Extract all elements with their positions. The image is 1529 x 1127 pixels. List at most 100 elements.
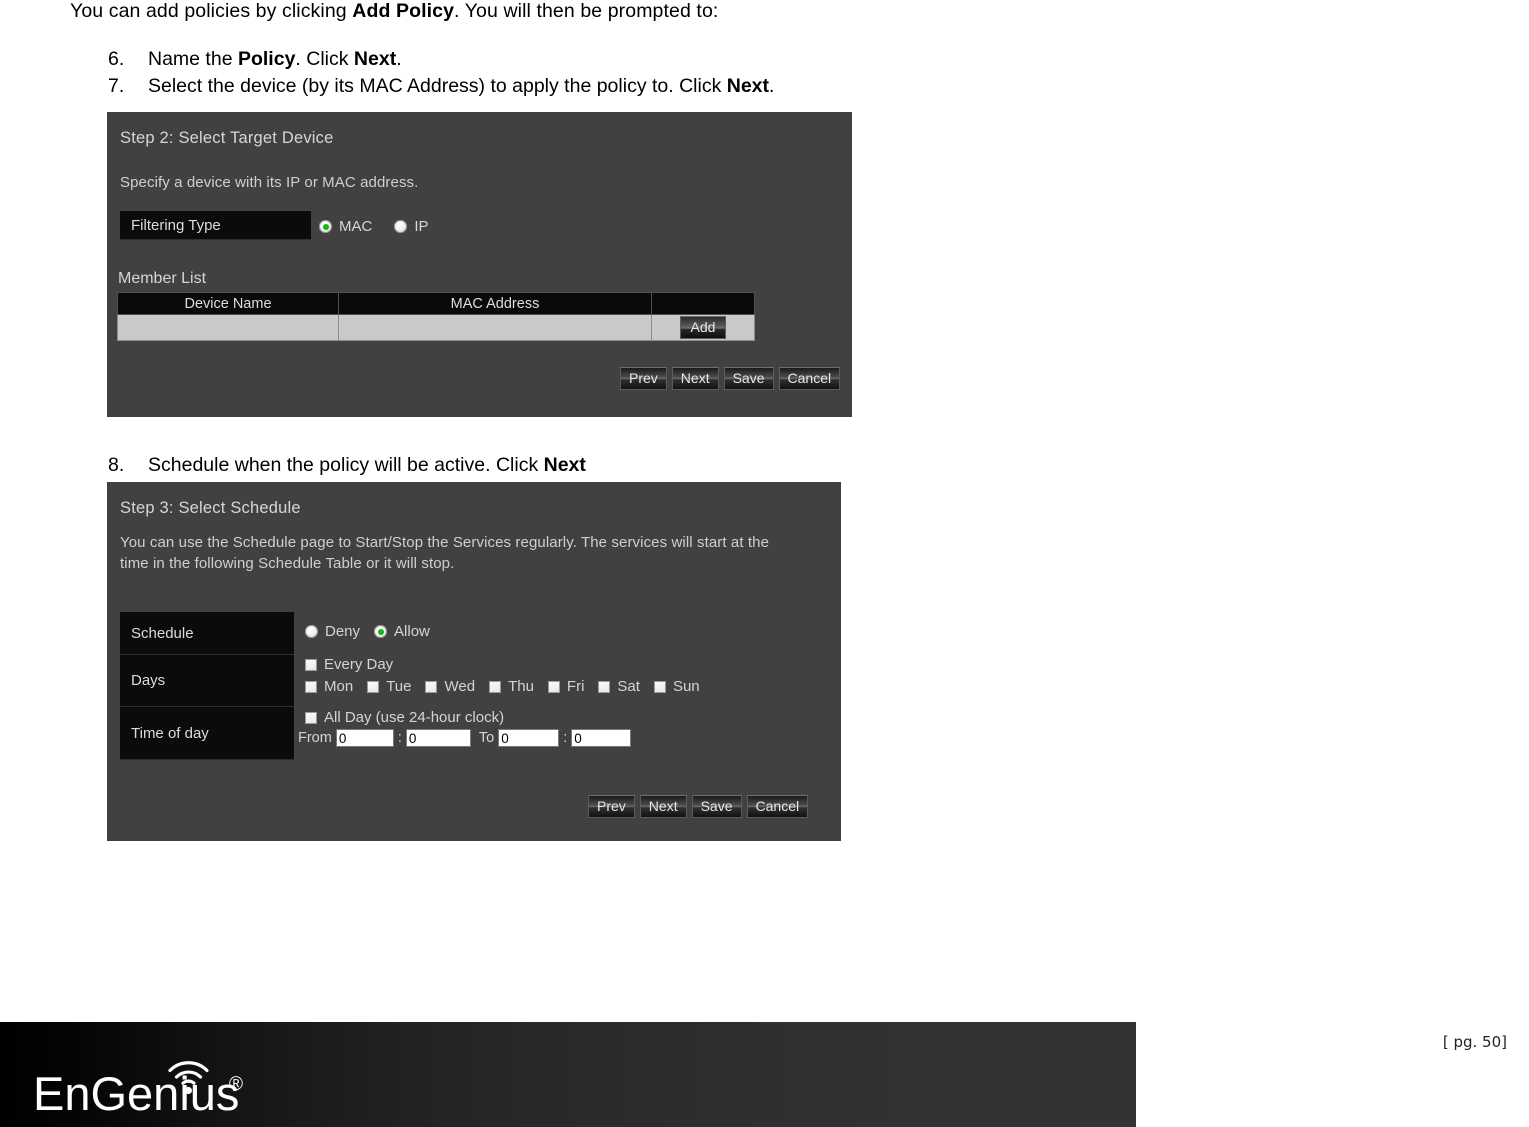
checkbox-icon[interactable] bbox=[653, 680, 666, 693]
cell-mac-address[interactable] bbox=[338, 314, 652, 341]
day-label[interactable]: Sat bbox=[617, 678, 640, 695]
prev-button[interactable]: Prev bbox=[620, 367, 667, 390]
checkbox-icon[interactable] bbox=[305, 680, 317, 693]
radio-deny-label[interactable]: Deny bbox=[325, 623, 360, 640]
checkbox-icon[interactable] bbox=[305, 711, 317, 724]
list-item-text: Schedule when the policy will be active.… bbox=[148, 452, 586, 479]
save-button[interactable]: Save bbox=[691, 795, 742, 818]
li-post: . bbox=[769, 75, 775, 97]
next-button[interactable]: Next bbox=[671, 367, 719, 390]
radio-mac-icon[interactable] bbox=[319, 220, 332, 233]
list-item-number: 6. bbox=[108, 48, 125, 70]
checkbox-sun[interactable]: Sun bbox=[653, 678, 700, 695]
checkbox-icon[interactable] bbox=[598, 680, 611, 693]
checkbox-icon[interactable] bbox=[547, 680, 560, 693]
day-label[interactable]: Fri bbox=[567, 678, 585, 695]
list-item-text: Select the device (by its MAC Address) t… bbox=[148, 73, 774, 100]
days-checkbox-row[interactable]: Mon Tue Wed Thu Fri Sat Sun bbox=[305, 678, 714, 695]
from-hour-input[interactable] bbox=[335, 729, 394, 747]
li-bold-next: Next bbox=[726, 75, 770, 97]
intro-bold-add-policy: Add Policy bbox=[352, 0, 455, 22]
checkbox-fri[interactable]: Fri bbox=[547, 678, 585, 695]
all-day-checkbox-row[interactable]: All Day (use 24-hour clock) bbox=[305, 709, 518, 726]
intro-text-post: . You will then be prompted to: bbox=[454, 0, 719, 22]
checkbox-wed[interactable]: Wed bbox=[425, 678, 475, 695]
th-device-name: Device Name bbox=[117, 292, 339, 315]
table-row: Add bbox=[117, 314, 755, 341]
every-day-label[interactable]: Every Day bbox=[324, 656, 393, 673]
every-day-checkbox-row[interactable]: Every Day bbox=[305, 656, 407, 673]
list-item-number: 7. bbox=[108, 75, 125, 97]
radio-ip-label[interactable]: IP bbox=[414, 218, 428, 235]
add-button[interactable]: Add bbox=[679, 316, 727, 339]
intro-paragraph: You can add policies by clicking Add Pol… bbox=[70, 0, 718, 23]
step3-title: Step 3: Select Schedule bbox=[120, 499, 301, 517]
checkbox-icon[interactable] bbox=[425, 680, 438, 693]
day-label[interactable]: Sun bbox=[673, 678, 700, 695]
checkbox-icon[interactable] bbox=[367, 680, 380, 693]
day-label[interactable]: Mon bbox=[324, 678, 353, 695]
checkbox-tue[interactable]: Tue bbox=[367, 678, 411, 695]
list-item: 8. Schedule when the policy will be acti… bbox=[108, 452, 586, 479]
li-post: . bbox=[396, 48, 402, 70]
all-day-checkbox[interactable]: All Day (use 24-hour clock) bbox=[305, 709, 504, 726]
step2-panel: Step 2: Select Target Device Specify a d… bbox=[107, 112, 852, 417]
engenius-logo-svg: EnGenius ® bbox=[33, 1061, 243, 1120]
to-hour-input[interactable] bbox=[498, 729, 560, 747]
checkbox-icon[interactable] bbox=[489, 680, 502, 693]
schedule-radio-group[interactable]: Deny Allow bbox=[305, 623, 452, 640]
prev-button[interactable]: Prev bbox=[588, 795, 635, 818]
checkbox-thu[interactable]: Thu bbox=[489, 678, 534, 695]
from-minute-input[interactable] bbox=[405, 729, 471, 747]
th-action bbox=[651, 292, 755, 315]
to-colon: : bbox=[563, 730, 568, 746]
page-number: [ pg. 50] bbox=[1442, 1033, 1507, 1051]
cancel-button[interactable]: Cancel bbox=[746, 795, 809, 818]
checkbox-sat[interactable]: Sat bbox=[598, 678, 640, 695]
cell-action: Add bbox=[651, 314, 755, 341]
time-of-day-row: From : To : bbox=[298, 729, 632, 747]
checkbox-icon[interactable] bbox=[305, 658, 317, 671]
li-pre: Select the device (by its MAC Address) t… bbox=[148, 75, 727, 97]
schedule-row-label: Schedule bbox=[120, 612, 294, 655]
day-label[interactable]: Thu bbox=[508, 678, 534, 695]
instruction-list: 6. Name the Policy. Click Next. 7. Selec… bbox=[108, 46, 774, 100]
from-colon: : bbox=[397, 730, 402, 746]
day-label[interactable]: Tue bbox=[386, 678, 411, 695]
li-bold-next: Next bbox=[543, 454, 586, 476]
list-item: 6. Name the Policy. Click Next. bbox=[108, 46, 774, 73]
th-mac-address: MAC Address bbox=[338, 292, 652, 315]
all-day-label[interactable]: All Day (use 24-hour clock) bbox=[324, 709, 504, 726]
list-item-number: 8. bbox=[108, 454, 125, 476]
radio-allow-label[interactable]: Allow bbox=[394, 623, 430, 640]
engenius-logo: EnGenius ® bbox=[33, 1054, 293, 1120]
li-pre: Schedule when the policy will be active.… bbox=[148, 454, 544, 476]
to-minute-input[interactable] bbox=[571, 729, 632, 747]
li-mid: . Click bbox=[295, 48, 354, 70]
registered-mark: ® bbox=[229, 1074, 243, 1095]
table-header-row: Device Name MAC Address bbox=[117, 292, 755, 315]
from-label: From bbox=[298, 730, 332, 746]
day-label[interactable]: Wed bbox=[444, 678, 475, 695]
days-row-label: Days bbox=[120, 655, 294, 707]
radio-deny-icon[interactable] bbox=[305, 625, 318, 638]
filtering-type-radio-group[interactable]: MAC IP bbox=[319, 218, 451, 235]
next-button[interactable]: Next bbox=[639, 795, 687, 818]
li-pre: Name the bbox=[148, 48, 238, 70]
list-item-text: Name the Policy. Click Next. bbox=[148, 46, 402, 73]
save-button[interactable]: Save bbox=[723, 367, 774, 390]
radio-ip-icon[interactable] bbox=[394, 220, 408, 233]
radio-mac-label[interactable]: MAC bbox=[339, 218, 372, 235]
li-bold-policy: Policy bbox=[237, 48, 296, 70]
step2-title: Step 2: Select Target Device bbox=[120, 129, 334, 147]
to-label: To bbox=[478, 730, 495, 746]
checkbox-mon[interactable]: Mon bbox=[305, 678, 353, 695]
step2-description: Specify a device with its IP or MAC addr… bbox=[120, 174, 419, 191]
time-of-day-row-label: Time of day bbox=[120, 707, 294, 760]
list-item: 7. Select the device (by its MAC Address… bbox=[108, 73, 774, 100]
step3-description: You can use the Schedule page to Start/S… bbox=[120, 534, 770, 572]
radio-allow-icon[interactable] bbox=[374, 625, 388, 638]
every-day-checkbox[interactable]: Every Day bbox=[305, 656, 393, 673]
cancel-button[interactable]: Cancel bbox=[778, 367, 841, 390]
cell-device-name[interactable] bbox=[117, 314, 339, 341]
